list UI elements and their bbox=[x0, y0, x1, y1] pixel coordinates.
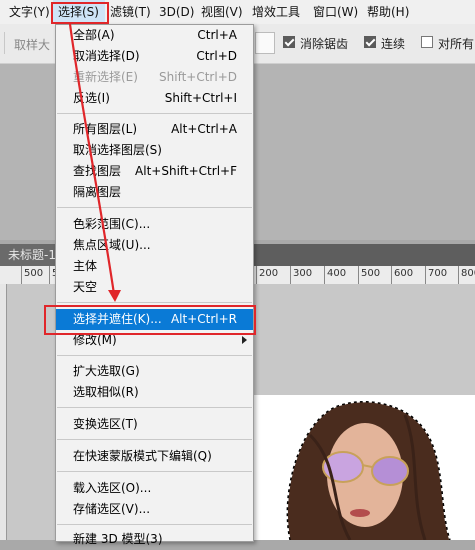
ruler-line bbox=[358, 266, 359, 284]
ruler-line bbox=[458, 266, 459, 284]
menu-help[interactable]: 帮助(H) bbox=[367, 0, 409, 24]
menu-item-select-all[interactable]: 全部(A) Ctrl+A bbox=[56, 25, 253, 46]
menu-divider bbox=[57, 471, 252, 472]
menu-item-color-range[interactable]: 色彩范围(C)... bbox=[56, 214, 253, 235]
ruler-line bbox=[21, 266, 22, 284]
antialias-label: 消除锯齿 bbox=[300, 37, 349, 51]
menu-item-reselect: 重新选择(E) Shift+Ctrl+D bbox=[56, 67, 253, 88]
menu-window[interactable]: 窗口(W) bbox=[313, 0, 358, 24]
menu-item-label: 取消选择(D) bbox=[73, 49, 140, 63]
menu-item-subject[interactable]: 主体 bbox=[56, 256, 253, 277]
menu-divider bbox=[57, 439, 252, 440]
menu-item-shortcut: Alt+Shift+Ctrl+F bbox=[135, 164, 237, 178]
menu-item-shortcut: Shift+Ctrl+I bbox=[164, 91, 237, 105]
ruler-line bbox=[49, 266, 50, 284]
portrait-image bbox=[286, 401, 451, 541]
menu-item-label: 色彩范围(C)... bbox=[73, 217, 151, 231]
menu-type[interactable]: 文字(Y) bbox=[9, 0, 50, 24]
menu-3d[interactable]: 3D(D) bbox=[159, 0, 194, 24]
menu-item-all-layers[interactable]: 所有图层(L) Alt+Ctrl+A bbox=[56, 119, 253, 140]
menu-item-label: 扩大选取(G) bbox=[73, 364, 140, 378]
contiguous-label: 连续 bbox=[381, 37, 406, 51]
all-layers-checkbox[interactable] bbox=[421, 36, 433, 48]
menu-item-transform-selection[interactable]: 变换选区(T) bbox=[56, 414, 253, 435]
select-dropdown-menu: 全部(A) Ctrl+A 取消选择(D) Ctrl+D 重新选择(E) Shift+C… bbox=[55, 24, 254, 546]
tolerance-field[interactable] bbox=[255, 32, 275, 54]
vertical-ruler bbox=[0, 284, 7, 540]
menu-item-label: 隔离图层 bbox=[73, 185, 122, 199]
menu-plugins[interactable]: 增效工具 bbox=[252, 0, 300, 24]
menu-item-label: 天空 bbox=[73, 280, 98, 294]
menu-item-label: 主体 bbox=[73, 259, 98, 273]
ruler-tick: 200 bbox=[259, 268, 279, 279]
menu-item-deselect-layers[interactable]: 取消选择图层(S) bbox=[56, 140, 253, 161]
menu-item-label: 存储选区(V)... bbox=[73, 502, 151, 516]
submenu-arrow-icon bbox=[242, 336, 247, 344]
ruler-line bbox=[324, 266, 325, 284]
all-layers-label: 对所有 bbox=[438, 37, 475, 51]
annotation-box-select-and-mask bbox=[44, 305, 256, 335]
ruler-line bbox=[391, 266, 392, 284]
menu-item-label: 取消选择图层(S) bbox=[73, 143, 162, 157]
menu-item-shortcut: Ctrl+A bbox=[197, 28, 237, 42]
menu-item-label: 所有图层(L) bbox=[73, 122, 138, 136]
menu-item-quick-mask[interactable]: 在快速蒙版模式下编辑(Q) bbox=[56, 446, 253, 467]
menu-item-save-selection[interactable]: 存储选区(V)... bbox=[56, 499, 253, 520]
menu-item-label: 选取相似(R) bbox=[73, 385, 139, 399]
menu-divider bbox=[57, 355, 252, 356]
menu-item-shortcut: Alt+Ctrl+A bbox=[171, 122, 237, 136]
menu-item-grow[interactable]: 扩大选取(G) bbox=[56, 361, 253, 382]
menu-view[interactable]: 视图(V) bbox=[201, 0, 243, 24]
menu-item-isolate-layers[interactable]: 隔离图层 bbox=[56, 182, 253, 203]
menu-divider bbox=[57, 207, 252, 208]
menu-item-inverse[interactable]: 反选(I) Shift+Ctrl+I bbox=[56, 88, 253, 109]
ruler-tick: 700 bbox=[428, 268, 448, 279]
menu-item-focus-area[interactable]: 焦点区域(U)... bbox=[56, 235, 253, 256]
menu-divider bbox=[57, 302, 252, 303]
options-divider bbox=[4, 32, 5, 54]
document-canvas[interactable] bbox=[250, 395, 475, 541]
menu-filter[interactable]: 滤镜(T) bbox=[110, 0, 151, 24]
menu-item-load-selection[interactable]: 载入选区(O)... bbox=[56, 478, 253, 499]
right-lens bbox=[371, 456, 409, 486]
ruler-tick: 500 bbox=[24, 268, 44, 279]
menu-divider bbox=[57, 524, 252, 525]
menu-divider bbox=[57, 407, 252, 408]
document-tab[interactable]: 未标题-1 bbox=[0, 244, 60, 266]
menu-item-shortcut: Ctrl+D bbox=[196, 49, 237, 63]
menu-divider bbox=[57, 113, 252, 114]
ruler-tick: 300 bbox=[293, 268, 313, 279]
menu-item-label: 载入选区(O)... bbox=[73, 481, 152, 495]
menu-item-label: 全部(A) bbox=[73, 28, 115, 42]
ruler-tick: 800 bbox=[461, 268, 475, 279]
contiguous-checkbox[interactable] bbox=[364, 36, 376, 48]
ruler-line bbox=[425, 266, 426, 284]
menu-item-label: 重新选择(E) bbox=[73, 70, 138, 84]
annotation-box-select-menu bbox=[51, 2, 109, 24]
ruler-line bbox=[256, 266, 257, 284]
ruler-line bbox=[290, 266, 291, 284]
sample-size-label: 取样大 bbox=[14, 38, 51, 52]
menu-item-label: 在快速蒙版模式下编辑(Q) bbox=[73, 449, 212, 463]
antialias-checkbox[interactable] bbox=[283, 36, 295, 48]
ruler-tick: 400 bbox=[327, 268, 347, 279]
menu-item-similar[interactable]: 选取相似(R) bbox=[56, 382, 253, 403]
ruler-tick: 500 bbox=[361, 268, 381, 279]
menu-item-label: 变换选区(T) bbox=[73, 417, 138, 431]
lips-shape bbox=[350, 509, 370, 517]
menu-item-label: 查找图层 bbox=[73, 164, 122, 178]
menu-item-label: 焦点区域(U)... bbox=[73, 238, 151, 252]
ruler-tick: 600 bbox=[394, 268, 414, 279]
menu-item-sky[interactable]: 天空 bbox=[56, 277, 253, 298]
menu-item-deselect[interactable]: 取消选择(D) Ctrl+D bbox=[56, 46, 253, 67]
menu-item-find-layers[interactable]: 查找图层 Alt+Shift+Ctrl+F bbox=[56, 161, 253, 182]
menu-item-label: 反选(I) bbox=[73, 91, 110, 105]
menu-item-shortcut: Shift+Ctrl+D bbox=[159, 70, 237, 84]
